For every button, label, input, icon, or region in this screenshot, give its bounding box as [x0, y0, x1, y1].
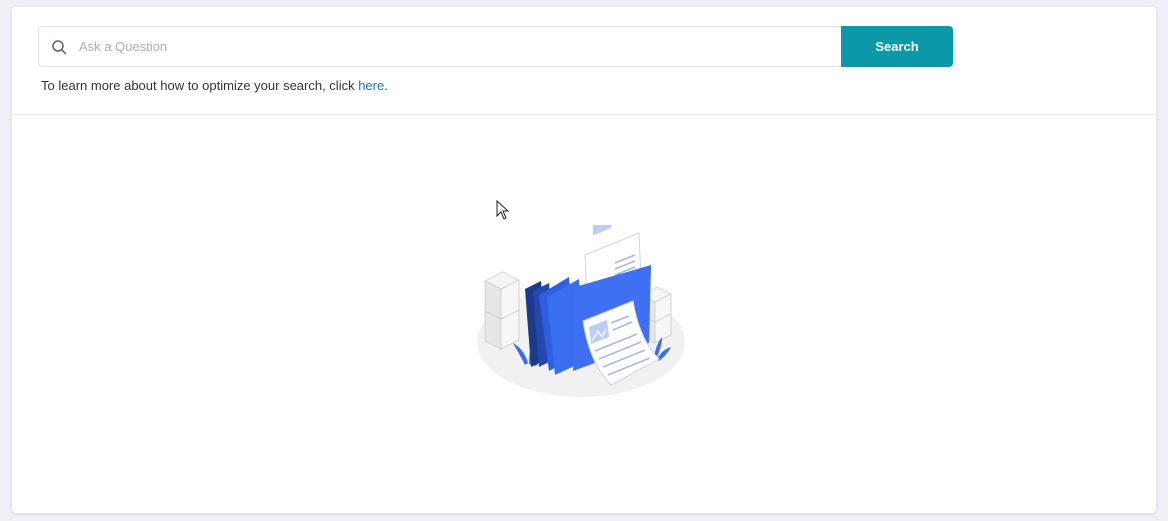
- cabinet-left-icon: [483, 271, 521, 350]
- search-card: Search To learn more about how to optimi…: [12, 7, 1156, 513]
- hint-text: To learn more about how to optimize your…: [41, 78, 359, 93]
- hint-suffix: .: [384, 78, 388, 93]
- hint-link[interactable]: here: [358, 78, 384, 93]
- search-input[interactable]: [79, 28, 834, 65]
- search-bar: Search: [38, 26, 953, 67]
- search-hint: To learn more about how to optimize your…: [41, 78, 388, 93]
- search-button[interactable]: Search: [841, 26, 953, 67]
- search-icon: [52, 40, 67, 55]
- empty-documents-illustration: T: [477, 225, 685, 397]
- search-area: Search To learn more about how to optimi…: [12, 7, 1156, 115]
- mouse-cursor-icon: [496, 200, 510, 220]
